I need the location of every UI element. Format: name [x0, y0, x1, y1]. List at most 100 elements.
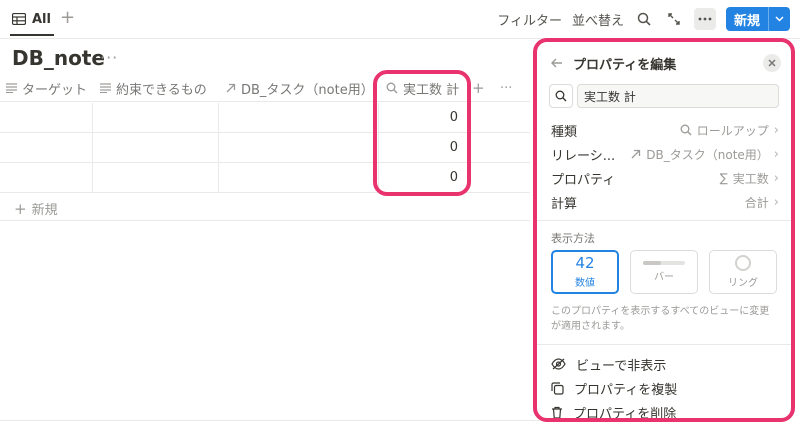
top-bar: All + フィルター 並べ替え 新規	[0, 0, 800, 38]
panel-divider	[537, 220, 791, 221]
sort-button[interactable]: 並べ替え	[572, 10, 624, 29]
text-lines-icon	[6, 83, 17, 93]
search-icon	[680, 124, 692, 136]
display-section-label: 表示方法	[551, 232, 595, 245]
view-tab-label: All	[32, 11, 51, 27]
filter-button[interactable]: フィルター	[497, 10, 562, 29]
row-value-text: 実工数	[732, 171, 769, 186]
column-header-target[interactable]: ターゲット	[6, 74, 87, 102]
display-option-bar[interactable]: バー	[630, 250, 698, 294]
cell-divider	[92, 163, 93, 193]
action-label: プロパティを削除	[573, 406, 677, 422]
cell-divider	[92, 133, 93, 163]
property-type-row[interactable]: 種類 ロールアップ ›	[551, 119, 779, 141]
calculate-row[interactable]: 計算 合計 ›	[551, 191, 779, 213]
search-button[interactable]	[634, 8, 654, 30]
top-actions: フィルター 並べ替え 新規	[497, 7, 790, 31]
plus-icon: +	[14, 199, 27, 218]
scope-note: このプロパティを表示するすべてのビューに変更が適用されます。	[551, 306, 770, 332]
column-header-promise[interactable]: 約束できるもの	[100, 74, 207, 102]
cell-divider	[92, 103, 93, 133]
panel-content: プロパティを編集 実工数 計 種類 ロールアップ › リレーシ... DB_タス…	[537, 42, 791, 418]
expand-button[interactable]	[664, 8, 684, 30]
chevron-right-icon: ›	[773, 122, 779, 138]
chevron-right-icon: ›	[773, 194, 779, 210]
chevron-right-icon: ›	[773, 170, 779, 186]
eye-icon	[551, 358, 566, 370]
more-icon	[698, 17, 712, 21]
row-key: プロパティ	[551, 172, 616, 188]
row-value: DB_タスク（note用） ›	[631, 146, 779, 163]
hide-in-view-button[interactable]: ビューで非表示	[551, 354, 779, 374]
column-header-label: DB_タスク（note用）	[241, 82, 374, 98]
title-more-button[interactable]: ···	[100, 48, 118, 67]
duplicate-icon	[551, 381, 564, 395]
search-icon	[637, 12, 651, 26]
new-button[interactable]: 新規	[725, 7, 790, 31]
add-column-button[interactable]: +	[472, 74, 485, 102]
add-row-button[interactable]: + 新規	[14, 199, 58, 219]
row-value: ロールアップ ›	[680, 122, 779, 139]
panel-header: プロパティを編集	[551, 52, 781, 74]
column-header-task-relation[interactable]: DB_タスク（note用）	[226, 74, 374, 102]
arrow-left-icon	[551, 58, 562, 68]
rollup-property-row[interactable]: プロパティ ∑ 実工数 ›	[551, 167, 779, 189]
search-icon	[555, 90, 567, 102]
row-value-text: 合計	[744, 195, 769, 210]
new-button-label: 新規	[733, 13, 760, 29]
cell-divider	[218, 163, 219, 193]
row-value: ∑ 実工数 ›	[720, 170, 779, 187]
new-dropdown-button[interactable]	[768, 7, 790, 31]
delete-property-button[interactable]: プロパティを削除	[551, 402, 779, 422]
edit-property-panel: プロパティを編集 実工数 計 種類 ロールアップ › リレーシ... DB_タス…	[533, 38, 795, 422]
display-option-number[interactable]: 42 数値	[551, 250, 619, 294]
chevron-down-icon	[775, 16, 784, 22]
close-icon	[768, 59, 776, 67]
column-header-label: ターゲット	[22, 82, 88, 98]
view-tab-all[interactable]: All	[12, 8, 51, 30]
add-view-button[interactable]: +	[60, 8, 75, 28]
active-tab-indicator	[10, 34, 54, 36]
display-option-label: バー	[654, 272, 674, 283]
property-name-row: 実工数 計	[549, 84, 779, 108]
bar-graphic-icon	[643, 261, 685, 265]
row-value: 合計 ›	[745, 194, 779, 211]
cell-divider	[218, 133, 219, 163]
panel-divider	[537, 344, 791, 345]
close-button[interactable]	[763, 54, 781, 72]
sigma-icon: ∑	[719, 171, 728, 185]
add-row-label: 新規	[31, 203, 58, 218]
back-button[interactable]	[551, 54, 563, 72]
table-icon	[12, 13, 26, 25]
duplicate-property-button[interactable]: プロパティを複製	[551, 378, 779, 398]
bottom-divider	[0, 420, 540, 421]
display-option-ring[interactable]: リング	[709, 250, 777, 294]
property-type-icon-button[interactable]	[549, 84, 573, 108]
property-name-input[interactable]: 実工数 計	[577, 84, 779, 108]
relation-arrow-icon	[631, 149, 641, 159]
highlight-annotation	[373, 70, 471, 196]
number-graphic: 42	[575, 254, 595, 272]
trash-icon	[552, 406, 562, 418]
action-label: ビューで非表示	[576, 358, 667, 374]
relation-row[interactable]: リレーシ... DB_タスク（note用） ›	[551, 143, 779, 165]
ring-graphic-icon	[735, 255, 751, 271]
display-option-label: 数値	[575, 278, 595, 289]
row-key: 種類	[551, 124, 578, 140]
row-key: 計算	[551, 196, 578, 212]
row-key: リレーシ...	[551, 148, 616, 164]
display-option-label: リング	[728, 278, 758, 289]
relation-arrow-icon	[226, 83, 236, 93]
column-more-button[interactable]: ···	[500, 74, 512, 102]
table-footer-divider	[0, 220, 530, 221]
text-lines-icon	[100, 83, 111, 93]
row-value-text: ロールアップ	[696, 123, 769, 138]
more-options-button[interactable]	[693, 8, 716, 30]
chevron-right-icon: ›	[773, 146, 779, 162]
column-header-label: 約束できるもの	[116, 82, 207, 98]
expand-icon	[668, 13, 680, 25]
action-label: プロパティを複製	[574, 382, 678, 398]
panel-title: プロパティを編集	[573, 57, 677, 73]
page-title[interactable]: DB_note	[12, 46, 105, 70]
cell-divider	[218, 103, 219, 133]
